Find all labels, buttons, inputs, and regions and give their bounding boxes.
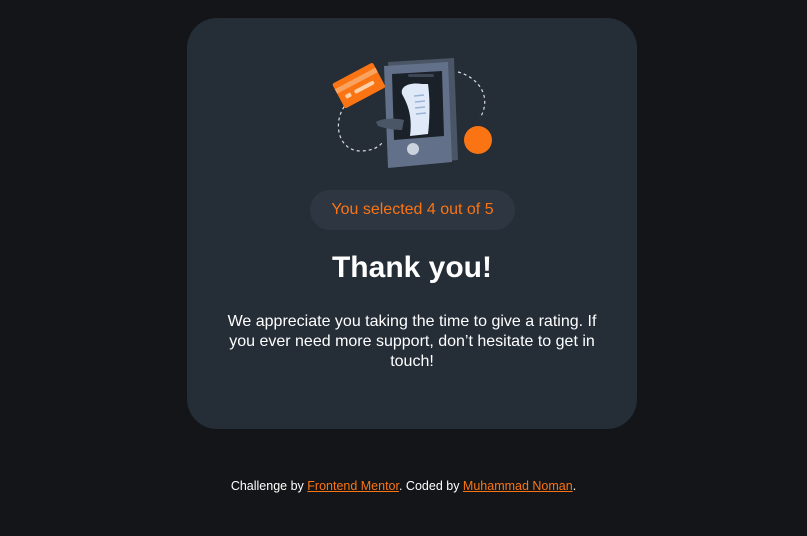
attribution-middle: . Coded by xyxy=(398,479,463,493)
frontend-mentor-link[interactable]: Frontend Mentor xyxy=(307,479,399,493)
page: You selected 4 out of 5 Thank you! We ap… xyxy=(0,0,807,536)
attribution-prefix: Challenge by xyxy=(230,479,308,493)
phone-payment-illustration-icon xyxy=(332,58,492,168)
attribution-suffix: . xyxy=(572,479,577,493)
rating-selected-badge: You selected 4 out of 5 xyxy=(310,190,515,230)
attribution: Challenge by Frontend Mentor. Coded by M… xyxy=(0,478,807,494)
thank-you-card: You selected 4 out of 5 Thank you! We ap… xyxy=(187,18,637,429)
thank-you-message: We appreciate you taking the time to giv… xyxy=(227,313,597,370)
thank-you-title: Thank you! xyxy=(331,251,492,284)
author-link[interactable]: Muhammad Noman xyxy=(463,479,573,493)
